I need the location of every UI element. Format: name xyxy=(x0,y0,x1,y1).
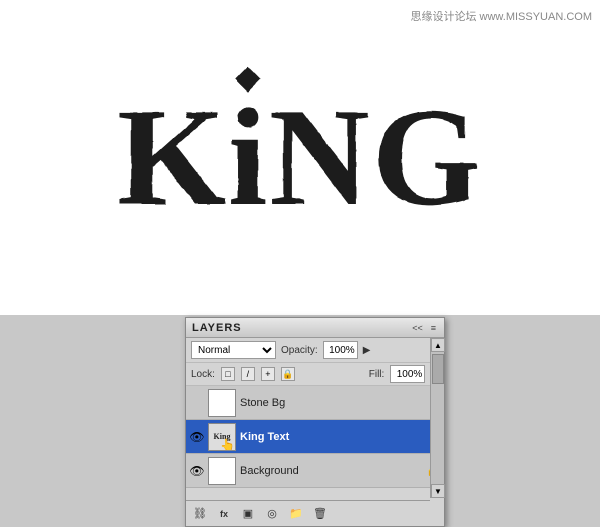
layers-titlebar: LAYERS << ≡ xyxy=(186,318,444,338)
blend-mode-select[interactable]: Normal Multiply Screen xyxy=(191,341,276,359)
layer-king-text-visibility[interactable]: 👁 xyxy=(190,430,204,444)
opacity-input[interactable]: 100% xyxy=(323,341,358,359)
layer-mask-btn[interactable]: ▣ xyxy=(238,505,258,523)
menu-button[interactable]: ≡ xyxy=(429,323,438,333)
opacity-label: Opacity: xyxy=(281,345,318,356)
fill-label: Fill: xyxy=(369,369,385,380)
blend-row: Normal Multiply Screen Opacity: 100% ▶ xyxy=(186,338,444,363)
king-diamond xyxy=(236,66,261,91)
fill-input[interactable]: 100% xyxy=(390,365,425,383)
lock-all-btn[interactable]: 🔒 xyxy=(281,367,295,381)
scroll-up-btn[interactable]: ▲ xyxy=(431,338,445,352)
layer-king-text[interactable]: 👁 King 👆 King Text xyxy=(186,420,444,454)
king-text-display: Ki NG xyxy=(117,88,483,228)
lock-transparent-btn[interactable]: □ xyxy=(221,367,235,381)
new-group-btn[interactable]: 📁 xyxy=(286,505,306,523)
layers-controls-right: << ≡ xyxy=(410,323,438,333)
lock-label: Lock: xyxy=(191,369,215,380)
opacity-arrow[interactable]: ▶ xyxy=(363,345,371,356)
collapse-button[interactable]: << xyxy=(410,323,425,333)
adjustment-layer-btn[interactable]: ◎ xyxy=(262,505,282,523)
layers-title: LAYERS xyxy=(192,322,242,334)
layer-stone-bg-visibility[interactable]: 👁 xyxy=(190,396,204,410)
layer-king-thumb-text: King xyxy=(214,432,231,441)
layer-stone-bg-thumb xyxy=(208,389,236,417)
watermark: 思缘设计论坛 www.MISSYUAN.COM xyxy=(410,8,592,24)
layer-king-text-name: King Text xyxy=(240,431,440,443)
layer-background-name: Background xyxy=(240,465,422,477)
layer-stone-bg-name: Stone Bg xyxy=(240,397,440,409)
king-i-wrapper: i xyxy=(228,88,269,228)
layer-background-thumb xyxy=(208,457,236,485)
lock-row: Lock: □ / + 🔒 Fill: 100% ▶ xyxy=(186,363,444,386)
layers-scrollbar: ▲ ▼ xyxy=(430,338,444,498)
scroll-thumb[interactable] xyxy=(432,354,444,384)
layer-background[interactable]: 👁 Background 🔒 xyxy=(186,454,444,488)
layer-stone-bg[interactable]: 👁 Stone Bg xyxy=(186,386,444,420)
scroll-down-btn[interactable]: ▼ xyxy=(431,484,445,498)
lock-pixels-btn[interactable]: / xyxy=(241,367,255,381)
layers-list: 👁 Stone Bg 👁 King 👆 King Text 👁 Backgrou… xyxy=(186,386,444,488)
lock-position-btn[interactable]: + xyxy=(261,367,275,381)
layer-background-visibility[interactable]: 👁 xyxy=(190,464,204,478)
layer-style-btn[interactable]: fx xyxy=(214,505,234,523)
delete-layer-btn[interactable]: 🗑 xyxy=(310,505,330,523)
layers-panel: LAYERS << ≡ Normal Multiply Screen Opaci… xyxy=(185,317,445,527)
link-layers-btn[interactable]: ⛓ xyxy=(190,505,210,523)
canvas-area: 思缘设计论坛 www.MISSYUAN.COM Ki NG xyxy=(0,0,600,315)
layer-king-text-thumb: King 👆 xyxy=(208,423,236,451)
layers-toolbar: ⛓ fx ▣ ◎ 📁 🗑 xyxy=(186,500,430,526)
